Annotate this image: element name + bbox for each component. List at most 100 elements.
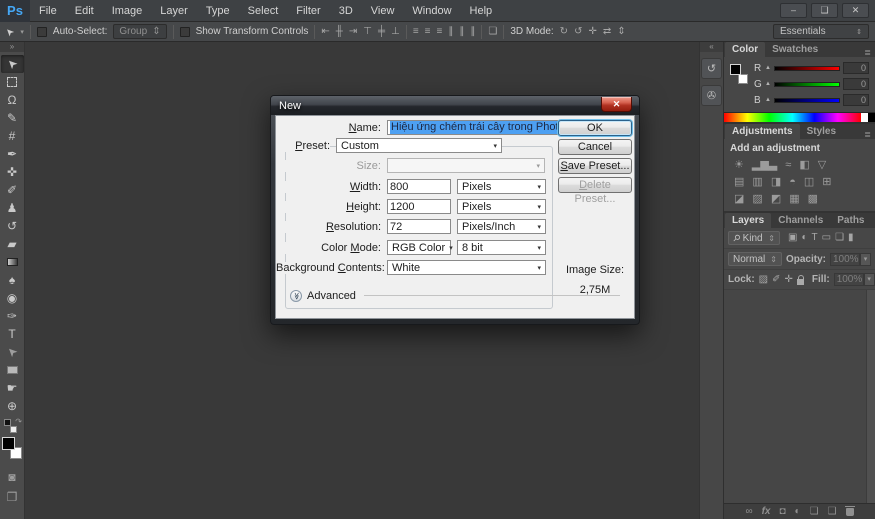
clone-stamp-tool[interactable]: ♟ bbox=[1, 199, 24, 217]
save-preset-button[interactable]: Save Preset... bbox=[558, 158, 632, 174]
posterize-icon[interactable]: ▨ bbox=[752, 194, 762, 205]
resolution-unit-dropdown[interactable]: Pixels/Inch ▾ bbox=[457, 219, 546, 234]
new-adjustment-layer-icon[interactable]: ◐ bbox=[795, 506, 801, 517]
color-spectrum-bar[interactable] bbox=[724, 112, 875, 122]
panel-tab[interactable]: Adjustments bbox=[725, 124, 800, 139]
dock-expand-icon[interactable]: « bbox=[700, 42, 723, 52]
color-lookup-icon[interactable]: ⊞ bbox=[822, 177, 831, 188]
panel-menu-icon[interactable]: ≣ bbox=[860, 130, 875, 139]
move-tool[interactable]: ➤ bbox=[0, 55, 24, 73]
properties-panel-icon[interactable]: ✇ bbox=[701, 85, 722, 106]
quick-selection-tool[interactable]: ✎ bbox=[1, 109, 24, 127]
menubar-item[interactable]: Layer bbox=[151, 0, 197, 22]
advanced-expand-button[interactable]: ≫ bbox=[290, 289, 302, 302]
move-tool-preset-icon[interactable]: ➤ bbox=[3, 25, 17, 39]
photo-filter-icon[interactable]: ◓ bbox=[789, 177, 796, 188]
channel-mixer-icon[interactable]: ◫ bbox=[804, 177, 814, 188]
tool-preset-caret-icon[interactable]: ▾ bbox=[20, 28, 24, 36]
crop-tool[interactable]: # bbox=[1, 127, 24, 145]
width-input[interactable]: 800 bbox=[387, 179, 451, 194]
toolbar-collapse-icon[interactable]: » bbox=[0, 42, 24, 52]
gradient-tool[interactable] bbox=[1, 253, 24, 271]
3d-roll-icon[interactable]: ↺ bbox=[574, 26, 582, 37]
menubar-item[interactable]: Select bbox=[239, 0, 288, 22]
workspace-switcher[interactable]: Essentials ⇕ bbox=[773, 24, 869, 39]
eraser-tool[interactable]: ▰ bbox=[1, 235, 24, 253]
vibrance-icon[interactable]: ▽ bbox=[818, 160, 826, 171]
filter-shape-layers-icon[interactable]: ▭ bbox=[822, 233, 831, 243]
filter-toggle-icon[interactable]: ▮ bbox=[848, 233, 854, 243]
dropdown-arrow-icon[interactable]: ▾ bbox=[863, 273, 875, 286]
align-right-edges-icon[interactable]: ⇥ bbox=[349, 26, 357, 37]
history-panel-icon[interactable]: ↺ bbox=[701, 58, 722, 79]
filter-kind-dropdown[interactable]: ⚲ Kind ⇕ bbox=[728, 231, 780, 245]
blur-tool[interactable]: ♠ bbox=[1, 271, 24, 289]
dodge-tool[interactable]: ◉ bbox=[1, 289, 24, 307]
new-layer-icon[interactable]: ❑ bbox=[828, 506, 837, 517]
auto-align-layers-icon[interactable]: ❏ bbox=[488, 26, 497, 37]
pen-tool[interactable]: ✑ bbox=[1, 307, 24, 325]
channel-value-field[interactable]: 0 bbox=[843, 94, 869, 106]
foreground-color-swatch[interactable] bbox=[730, 64, 741, 75]
fill-value[interactable]: 100% bbox=[833, 273, 864, 286]
align-vertical-centers-icon[interactable]: ╪ bbox=[378, 26, 385, 37]
fill-control[interactable]: 100% ▾ bbox=[833, 273, 875, 286]
menubar-item[interactable]: View bbox=[362, 0, 404, 22]
channel-gradient-bar[interactable] bbox=[773, 81, 840, 87]
layers-scrollbar[interactable] bbox=[866, 290, 875, 503]
distribute-bottom-edges-icon[interactable]: ≡ bbox=[437, 26, 443, 37]
color-mode-dropdown[interactable]: RGB Color ▾ bbox=[387, 240, 453, 255]
opacity-control[interactable]: 100% ▾ bbox=[830, 252, 871, 266]
brush-tool[interactable]: ✐ bbox=[1, 181, 24, 199]
rectangle-tool[interactable] bbox=[1, 361, 24, 379]
color-balance-icon[interactable]: ▥ bbox=[752, 177, 762, 188]
panel-tab[interactable]: Paths bbox=[830, 213, 871, 228]
menubar-item[interactable]: File bbox=[30, 0, 66, 22]
distribute-vertical-centers-icon[interactable]: ≡ bbox=[425, 26, 431, 37]
channel-gradient-bar[interactable] bbox=[773, 97, 840, 103]
3d-rotate-icon[interactable]: ↻ bbox=[560, 26, 568, 37]
background-contents-dropdown[interactable]: White ▾ bbox=[387, 260, 546, 275]
opacity-value[interactable]: 100% bbox=[830, 252, 860, 266]
3d-drag-icon[interactable]: ✛ bbox=[588, 26, 596, 37]
slider-marker-icon[interactable]: ▲ bbox=[765, 65, 771, 71]
path-selection-tool[interactable]: ➤ bbox=[1, 343, 24, 361]
type-tool[interactable]: T bbox=[1, 325, 24, 343]
menubar-item[interactable]: Filter bbox=[287, 0, 329, 22]
panel-tab[interactable]: Swatches bbox=[765, 42, 825, 57]
3d-slide-icon[interactable]: ⇄ bbox=[603, 26, 611, 37]
channel-gradient-bar[interactable] bbox=[773, 65, 840, 71]
align-left-edges-icon[interactable]: ⇤ bbox=[321, 26, 329, 37]
black-swatch[interactable] bbox=[868, 113, 875, 122]
auto-select-group-dropdown[interactable]: Group ⇕ bbox=[113, 24, 167, 39]
ok-button[interactable]: OK bbox=[558, 120, 632, 136]
dropdown-arrow-icon[interactable]: ▾ bbox=[860, 252, 871, 266]
channel-value-field[interactable]: 0 bbox=[843, 62, 869, 74]
quick-mask-button[interactable]: ◙ bbox=[8, 471, 15, 483]
background-color-swatch[interactable] bbox=[738, 74, 748, 84]
levels-icon[interactable]: ▂▆▃ bbox=[752, 160, 777, 171]
align-top-edges-icon[interactable]: ⊤ bbox=[363, 26, 372, 37]
minimize-button[interactable]: – bbox=[780, 3, 807, 18]
close-button[interactable]: ✕ bbox=[842, 3, 869, 18]
white-swatch[interactable] bbox=[861, 113, 868, 122]
height-unit-dropdown[interactable]: Pixels ▾ bbox=[457, 199, 546, 214]
dialog-close-button[interactable]: ✕ bbox=[601, 97, 632, 112]
swap-swatches-icon[interactable]: ↷ bbox=[15, 417, 22, 426]
menubar-item[interactable]: Help bbox=[461, 0, 502, 22]
black-white-icon[interactable]: ◨ bbox=[771, 177, 781, 188]
marquee-tool[interactable] bbox=[1, 73, 24, 91]
distribute-horizontal-centers-icon[interactable]: ∥ bbox=[459, 26, 464, 37]
link-layers-icon[interactable]: ∞ bbox=[745, 506, 752, 517]
threshold-icon[interactable]: ◩ bbox=[771, 194, 781, 205]
selective-color-icon[interactable]: ▩ bbox=[808, 194, 818, 205]
menubar-item[interactable]: Edit bbox=[66, 0, 103, 22]
filter-pixel-layers-icon[interactable]: ▣ bbox=[788, 233, 797, 243]
panel-menu-icon[interactable]: ≣ bbox=[872, 219, 875, 228]
name-input[interactable]: Hiệu ứng chém trái cây trong Photoshop bbox=[387, 120, 571, 135]
hand-tool[interactable]: ☛ bbox=[1, 379, 24, 397]
default-swatches-icon[interactable]: ↷ bbox=[4, 417, 22, 433]
lock-image-pixels-icon[interactable]: ✐ bbox=[772, 274, 780, 285]
lock-all-icon[interactable] bbox=[796, 274, 804, 285]
menubar-item[interactable]: Window bbox=[403, 0, 460, 22]
